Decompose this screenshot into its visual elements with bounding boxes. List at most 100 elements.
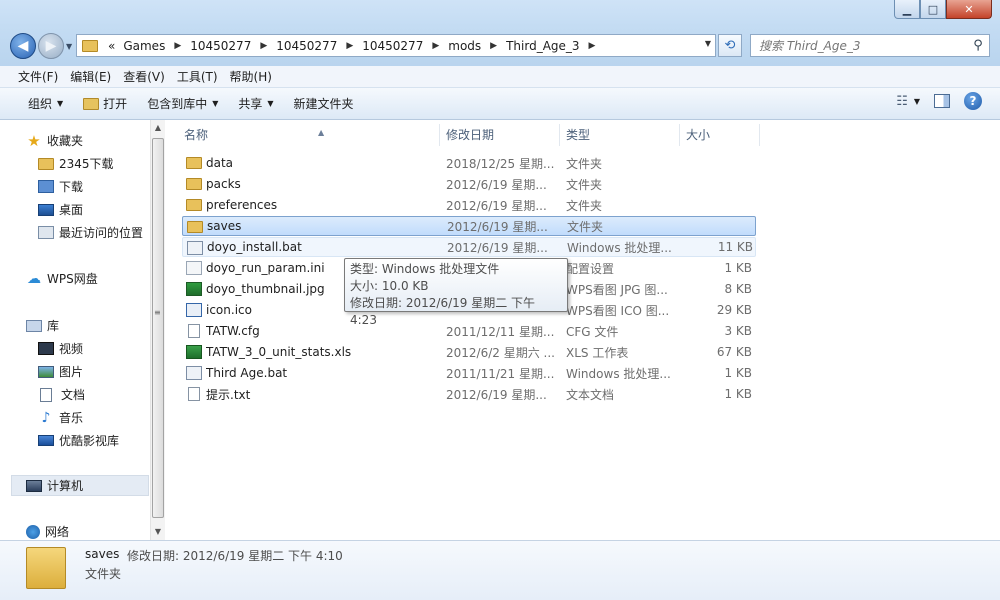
help-icon[interactable]: ? [964,92,982,110]
file-size: 3 KB [724,324,752,338]
file-date: 2012/6/2 星期六 ... [446,345,555,360]
nav-wps-cloud[interactable]: ☁ WPS网盘 [26,270,98,287]
nav-pictures[interactable]: 图片 [38,363,83,380]
scroll-down-icon[interactable]: ▼ [151,524,165,540]
column-header-name[interactable]: 名称 ▲ [178,124,440,146]
breadcrumb-item[interactable]: 10450277 [272,39,341,53]
batch-file-icon [187,241,203,255]
file-row[interactable]: data 2018/12/25 星期... 文件夹 [182,153,756,173]
breadcrumb-arrow-icon[interactable]: ▶ [169,41,186,51]
column-header-type[interactable]: 类型 [560,124,680,146]
preview-pane-icon[interactable] [934,94,950,108]
file-row[interactable]: Third Age.bat 2011/11/21 星期... Windows 批… [182,363,756,383]
file-date: 2012/6/19 星期... [447,219,548,234]
file-name: saves [207,219,242,233]
menu-edit[interactable]: 编辑(E) [64,68,117,85]
file-size: 8 KB [724,282,752,296]
menu-file[interactable]: 文件(F) [12,68,64,85]
address-dropdown-icon[interactable]: ▼ [705,39,711,48]
menu-tools[interactable]: 工具(T) [171,68,224,85]
nav-label: 图片 [59,365,84,379]
file-name: data [206,156,234,170]
window-controls: ▁ □ ✕ [894,0,992,19]
view-options-icon[interactable]: ☷ [896,94,908,109]
scrollbar-thumb[interactable] [152,138,164,518]
nav-recent-places[interactable]: 最近访问的位置 [38,224,143,241]
nav-label: WPS网盘 [47,272,98,286]
breadcrumb-arrow-icon[interactable]: ▶ [427,41,444,51]
folder-icon [186,157,202,169]
address-bar[interactable]: « Games ▶ 10450277 ▶ 10450277 ▶ 10450277… [76,34,716,57]
library-icon [26,319,42,332]
minimize-button[interactable]: ▁ [894,0,920,19]
nav-library[interactable]: 库 [26,317,59,334]
file-row[interactable]: TATW_3_0_unit_stats.xls 2012/6/2 星期六 ...… [182,342,756,362]
document-icon [40,387,52,402]
nav-youku-library[interactable]: 优酷影视库 [38,432,119,449]
breadcrumb-item[interactable]: mods [444,39,485,53]
organize-button[interactable]: 组织 ▼ [18,92,73,116]
nav-downloads[interactable]: 下载 [38,178,83,195]
file-row-hovered[interactable]: doyo_install.bat 2012/6/19 星期... Windows… [182,237,756,257]
file-row[interactable]: preferences 2012/6/19 星期... 文件夹 [182,195,756,215]
forward-arrow-icon[interactable]: ▶ [38,33,64,59]
file-row[interactable]: packs 2012/6/19 星期... 文件夹 [182,174,756,194]
navigation-scrollbar[interactable]: ▲ ≡ ▼ [150,120,165,540]
tooltip-size: 大小: 10.0 KB [350,279,429,293]
nav-documents[interactable]: 文档 [38,386,85,403]
breadcrumb-arrow-icon[interactable]: ▶ [341,41,358,51]
nav-desktop[interactable]: 桌面 [38,201,83,218]
breadcrumb-item[interactable]: Third_Age_3 [502,39,583,53]
file-type: 文本文档 [566,387,615,402]
file-size: 1 KB [724,261,752,275]
column-header-date[interactable]: 修改日期 [440,124,560,146]
chevron-down-icon: ▼ [57,99,64,108]
refresh-button[interactable]: ⟲ [718,34,742,57]
breadcrumb-item[interactable]: 10450277 [358,39,427,53]
new-folder-button[interactable]: 新建文件夹 [284,92,364,116]
folder-icon [26,547,66,589]
view-dropdown-icon[interactable]: ▼ [914,97,920,106]
file-row-selected[interactable]: saves 2012/6/19 星期... 文件夹 [182,216,756,236]
excel-file-icon [186,345,202,359]
back-arrow-icon[interactable]: ◀ [10,33,36,59]
nav-favorites[interactable]: ★ 收藏夹 [26,132,83,149]
menu-help[interactable]: 帮助(H) [224,68,278,85]
include-library-button[interactable]: 包含到库中 ▼ [137,92,228,116]
nav-network[interactable]: 网络 [26,523,69,540]
nav-music[interactable]: ♪ 音乐 [38,409,83,426]
column-header-size[interactable]: 大小 [680,124,760,146]
nav-2345-download[interactable]: 2345下载 [38,155,114,172]
maximize-button[interactable]: □ [920,0,946,19]
breadcrumb-arrow-icon[interactable]: ▶ [255,41,272,51]
file-row[interactable]: 提示.txt 2012/6/19 星期... 文本文档 1 KB [182,384,756,404]
breadcrumb-arrow-icon[interactable]: ▶ [584,41,601,51]
search-box[interactable]: ⚲ [750,34,990,57]
search-input[interactable] [751,38,967,53]
share-button[interactable]: 共享 ▼ [228,92,283,116]
breadcrumb-item[interactable]: 10450277 [186,39,255,53]
nav-label: 视频 [59,342,84,356]
file-name: doyo_install.bat [207,240,302,254]
open-label: 打开 [103,97,128,111]
menu-view[interactable]: 查看(V) [117,68,171,85]
breadcrumb-arrow-icon[interactable]: ▶ [485,41,502,51]
file-name: TATW_3_0_unit_stats.xls [206,345,352,359]
recent-pages-dropdown-icon[interactable]: ▼ [66,42,72,51]
breadcrumb-overflow[interactable]: « [104,39,119,53]
recent-places-icon [38,226,54,239]
close-button[interactable]: ✕ [946,0,992,19]
scroll-up-icon[interactable]: ▲ [151,120,165,136]
file-type: 文件夹 [566,156,603,171]
breadcrumb-item[interactable]: Games [119,39,169,53]
search-icon[interactable]: ⚲ [967,38,989,53]
nav-videos[interactable]: 视频 [38,340,83,357]
nav-computer[interactable]: 计算机 [11,475,149,496]
sort-ascending-icon: ▲ [318,128,325,137]
breadcrumb: « Games ▶ 10450277 ▶ 10450277 ▶ 10450277… [104,39,600,53]
open-button[interactable]: 打开 [73,92,137,116]
nav-label: 下载 [59,180,84,194]
column-label: 类型 [566,128,591,142]
file-type: Windows 批处理... [566,366,671,381]
file-type: WPS看图 ICO 图... [566,303,670,318]
